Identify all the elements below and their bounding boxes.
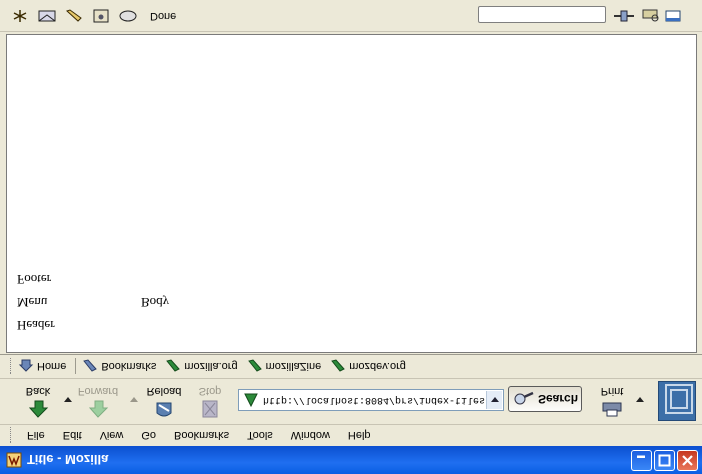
forward-label: Forward xyxy=(77,385,119,397)
personal-toolbar: Home Bookmarks mozilla.org mozillaZine m… xyxy=(0,354,702,378)
page-favicon-icon xyxy=(243,392,259,408)
reload-button[interactable]: Reload xyxy=(142,380,186,422)
home-icon xyxy=(18,360,34,374)
forward-history-dropdown[interactable] xyxy=(130,397,138,402)
bookmark-home[interactable]: Home xyxy=(18,360,66,374)
bookmark-mozilla-org[interactable]: mozilla.org xyxy=(165,359,238,374)
location-bar[interactable]: http://localhost:8084/prs/index-tiles.js… xyxy=(238,389,504,411)
print-button[interactable]: Print xyxy=(590,380,634,422)
search-label: Search xyxy=(538,392,579,406)
close-button[interactable] xyxy=(677,450,698,471)
menu-bookmarks[interactable]: Bookmarks xyxy=(165,430,238,442)
stop-icon xyxy=(199,399,221,419)
maximize-icon xyxy=(658,454,671,467)
toolbar-separator xyxy=(75,358,77,375)
menu-go[interactable]: Go xyxy=(132,430,165,442)
status-text: Done xyxy=(150,10,177,22)
menu-edit[interactable]: Edit xyxy=(54,430,91,442)
status-bar: Done xyxy=(0,0,702,32)
menu-file[interactable]: File xyxy=(18,430,54,442)
maximize-button[interactable] xyxy=(654,450,675,471)
screenshot-stage: Title - Mozilla File Edit View Go Bookma… xyxy=(0,0,702,474)
bookmark-mozdev-org[interactable]: mozdev.org xyxy=(330,359,406,374)
address-book-icon[interactable] xyxy=(91,9,111,23)
body-text: Body xyxy=(141,295,170,310)
stop-button[interactable]: Stop xyxy=(188,380,232,422)
link-icon xyxy=(165,359,181,374)
url-history-dropdown[interactable] xyxy=(486,391,502,409)
reload-icon xyxy=(153,399,175,419)
reload-label: Reload xyxy=(146,385,182,397)
back-history-dropdown[interactable] xyxy=(64,397,72,402)
bookmark-mozillazine[interactable]: mozillaZine xyxy=(247,359,322,374)
navigator-icon[interactable] xyxy=(10,9,30,23)
bookmark-mozilla-org-label: mozilla.org xyxy=(184,360,238,373)
bookmark-home-label: Home xyxy=(37,360,67,373)
composer-icon[interactable] xyxy=(64,9,84,23)
footer-text: Footer xyxy=(17,272,51,287)
bookmark-mozdev-org-label: mozdev.org xyxy=(349,360,406,373)
bookmark-bookmarks[interactable]: Bookmarks xyxy=(82,359,157,374)
menu-text: Menu xyxy=(17,295,48,310)
bookmark-bookmarks-label: Bookmarks xyxy=(101,360,157,373)
print-options-dropdown[interactable] xyxy=(636,397,644,402)
online-status-icon[interactable] xyxy=(612,9,636,23)
printer-icon xyxy=(601,399,623,419)
window-title: Title - Mozilla xyxy=(27,452,109,468)
link-icon xyxy=(330,359,346,374)
popup-blocker-icon[interactable] xyxy=(664,9,684,23)
menu-bar: File Edit View Go Bookmarks Tools Window… xyxy=(0,424,702,446)
menubar-grip[interactable] xyxy=(10,427,14,444)
mozilla-app-icon xyxy=(6,452,22,468)
page-content: Header Menu Body Footer xyxy=(6,34,697,353)
progress-field xyxy=(478,6,606,23)
bookmark-mozillazine-label: mozillaZine xyxy=(265,360,322,373)
close-icon xyxy=(682,455,693,466)
minimize-icon xyxy=(637,455,645,458)
forward-arrow-icon xyxy=(87,399,109,419)
chat-icon[interactable] xyxy=(118,9,138,23)
back-label: Back xyxy=(25,385,51,397)
bookmarks-folder-icon xyxy=(82,359,98,374)
mail-icon[interactable] xyxy=(37,9,57,23)
menu-view[interactable]: View xyxy=(91,430,133,442)
back-arrow-icon xyxy=(27,399,49,419)
url-input[interactable]: http://localhost:8084/prs/index-tiles.js… xyxy=(263,395,486,406)
menu-help[interactable]: Help xyxy=(339,430,380,442)
back-button[interactable]: Back xyxy=(16,380,60,422)
search-icon xyxy=(513,391,535,407)
search-button[interactable]: Search xyxy=(508,386,582,412)
navigation-toolbar: Back Forward Reload Stop http://localhos… xyxy=(0,378,702,424)
title-bar[interactable]: Title - Mozilla xyxy=(0,446,702,474)
personal-toolbar-grip[interactable] xyxy=(10,358,14,375)
forward-button[interactable]: Forward xyxy=(76,380,120,422)
link-icon xyxy=(247,359,263,374)
header-text: Header xyxy=(17,318,55,333)
browser-window: Title - Mozilla File Edit View Go Bookma… xyxy=(0,0,702,474)
menu-tools[interactable]: Tools xyxy=(238,430,282,442)
minimize-button[interactable] xyxy=(631,450,652,471)
stop-label: Stop xyxy=(198,385,222,397)
print-label: Print xyxy=(600,385,624,397)
mozilla-throbber-icon[interactable] xyxy=(658,381,696,421)
menu-window[interactable]: Window xyxy=(282,430,339,442)
security-icon[interactable] xyxy=(641,9,661,23)
